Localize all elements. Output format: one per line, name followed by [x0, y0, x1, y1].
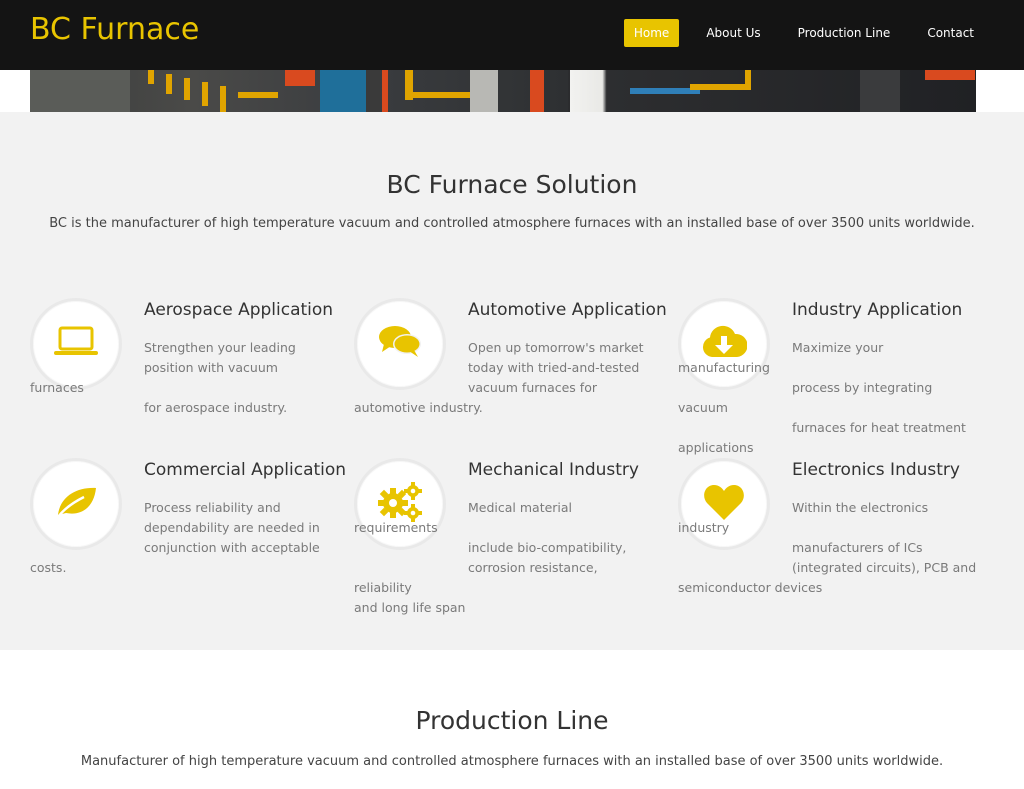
feature-line: and long life span [354, 600, 466, 615]
feature-title: Electronics Industry [792, 460, 960, 480]
nav-production-line[interactable]: Production Line [788, 19, 901, 47]
feature-description: Within the electronics industry manufact… [678, 498, 978, 598]
feature-title: Aerospace Application [144, 300, 334, 320]
hero-photo-right [570, 70, 976, 112]
feature-title: Mechanical Industry [468, 460, 639, 480]
feature-line: Process reliability and [144, 500, 281, 515]
feature-line: Within the electronics industry [678, 500, 929, 535]
machine-blue-panel [320, 70, 366, 112]
feature-commercial: Commercial Application Process reliabili… [30, 458, 346, 588]
feature-line: vacuum furnaces for [468, 380, 597, 395]
pipe-shape [184, 78, 190, 100]
feature-description: Process reliability and dependability ar… [30, 498, 330, 578]
feature-line: for aerospace industry. [144, 400, 288, 415]
machine-red-panel [530, 70, 544, 112]
feature-line: today with tried-and-tested [468, 360, 640, 375]
pipe-shape [238, 92, 278, 98]
feature-line: applications [678, 440, 754, 455]
feature-line: position with vacuum furnaces [30, 360, 278, 395]
feature-line: semiconductor devices [678, 580, 823, 595]
main-nav: Home About Us Production Line Contact [607, 19, 984, 47]
pipe-shape [220, 86, 226, 112]
feature-aerospace: Aerospace Application Strengthen your le… [30, 298, 334, 428]
feature-line: Maximize your manufacturing [678, 340, 884, 375]
pipe-shape [202, 82, 208, 106]
feature-line: costs. [30, 560, 67, 575]
machine-red-panel [925, 70, 975, 80]
feature-description: Medical material requirements include bi… [354, 498, 654, 618]
feature-title: Commercial Application [144, 460, 347, 480]
feature-mechanical: Mechanical Industry Medical material req… [354, 458, 654, 615]
feature-title: Automotive Application [468, 300, 667, 320]
feature-line: Strengthen your leading [144, 340, 296, 355]
feature-line: corrosion resistance, reliability [354, 560, 598, 595]
feature-line: Medical material requirements [354, 500, 573, 535]
pipe-shape [745, 70, 751, 90]
feature-description: Maximize your manufacturing process by i… [678, 338, 978, 458]
pipe-shape [690, 84, 750, 90]
nav-about-us[interactable]: About Us [696, 19, 770, 47]
brand-logo-text[interactable]: BC Furnace [30, 12, 199, 47]
machine-red-panel [285, 70, 315, 86]
feature-electronics: Electronics Industry Within the electron… [678, 458, 978, 595]
hero-photo-left [30, 70, 568, 112]
feature-title: Industry Application [792, 300, 963, 320]
feature-line: automotive industry. [354, 400, 483, 415]
feature-line: process by integrating vacuum [678, 380, 933, 415]
control-panel [860, 70, 900, 112]
nav-contact[interactable]: Contact [917, 19, 984, 47]
feature-line: include bio-compatibility, [468, 540, 627, 555]
solution-subtitle: BC is the manufacturer of high temperatu… [49, 216, 975, 231]
machine-dark-panel [366, 70, 380, 112]
feature-description: Open up tomorrow's market today with tri… [354, 338, 654, 418]
feature-description: Strengthen your leading position with va… [30, 338, 330, 418]
feature-industry: Industry Application Maximize your manuf… [678, 298, 978, 455]
pipe-shape [405, 70, 413, 100]
floor-area [30, 70, 130, 112]
feature-line: dependability are needed in [144, 520, 320, 535]
production-section: Production Line Manufacturer of high tem… [0, 650, 1024, 789]
machine-red-panel [382, 70, 388, 112]
nav-home[interactable]: Home [623, 19, 680, 47]
production-subtitle: Manufacturer of high temperature vacuum … [80, 754, 944, 769]
feature-line: manufacturers of ICs [792, 540, 923, 555]
solution-section: BC Furnace Solution BC is the manufactur… [0, 112, 1024, 650]
feature-line: conjunction with acceptable [144, 540, 320, 555]
pipe-shape [166, 74, 172, 94]
feature-line: furnaces for heat treatment [792, 420, 966, 435]
feature-line: (integrated circuits), PCB and [792, 560, 977, 575]
pipe-shape [148, 70, 154, 84]
hero-image [30, 70, 976, 112]
solution-title: BC Furnace Solution [386, 170, 638, 199]
pipe-shape [413, 92, 473, 98]
machine-gray-panel [470, 70, 498, 112]
feature-line: Open up tomorrow's market [468, 340, 644, 355]
top-navbar: BC Furnace Home About Us Production Line… [0, 0, 1024, 70]
feature-automotive: Automotive Application Open up tomorrow'… [354, 298, 667, 428]
production-title: Production Line [415, 706, 609, 735]
